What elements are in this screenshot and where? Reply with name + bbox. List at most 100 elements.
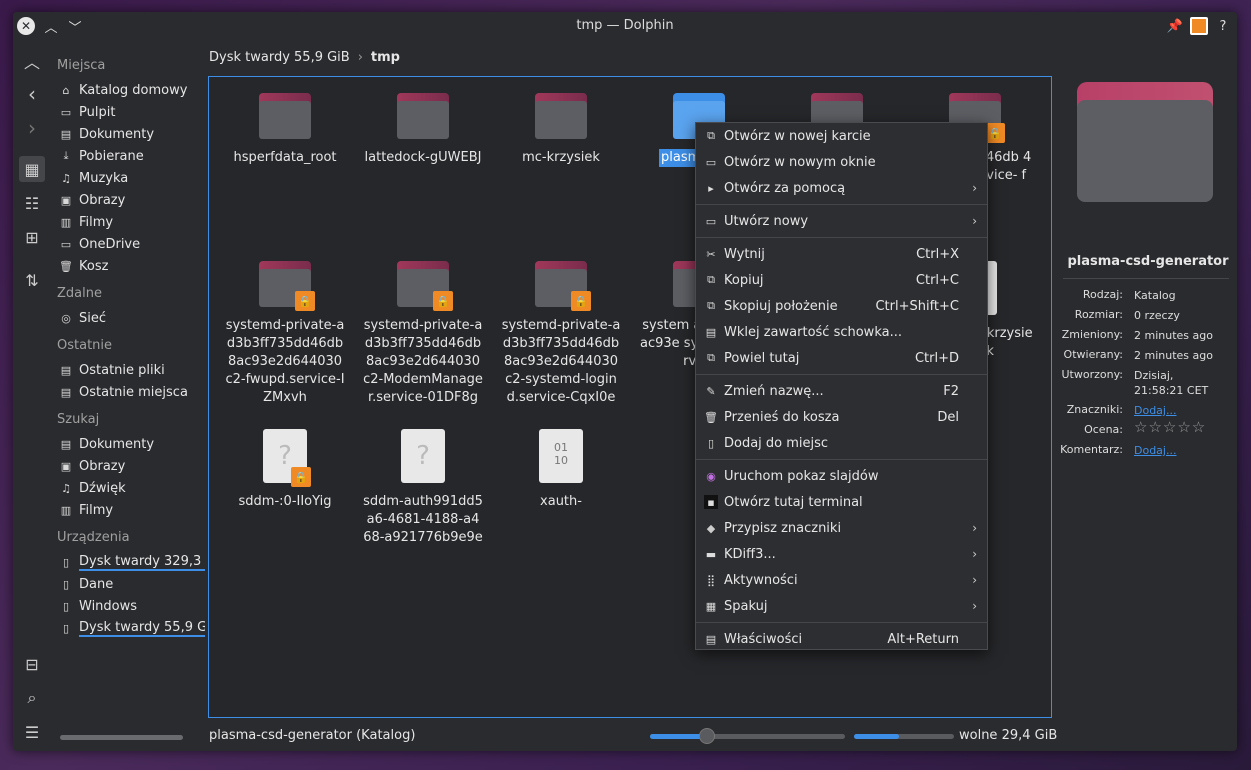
menu-shortcut: Ctrl+Shift+C xyxy=(875,298,959,314)
back-icon[interactable]: ‹ xyxy=(19,81,45,107)
places-item[interactable]: ⌂ Katalog domowy xyxy=(59,80,205,100)
breadcrumb: Dysk twardy 55,9 GiB › tmp xyxy=(209,50,400,65)
places-item[interactable]: ▯ Dane xyxy=(59,574,205,594)
split-view-icon[interactable]: ⊟ xyxy=(19,651,45,677)
place-icon: ▣ xyxy=(60,459,72,473)
places-item[interactable]: ▤ Dokumenty xyxy=(59,434,205,454)
place-icon: ▤ xyxy=(60,363,72,377)
menu-item-label: Otwórz za pomocą xyxy=(724,180,846,196)
menu-item-label: Otwórz w nowym oknie xyxy=(724,154,876,170)
places-item[interactable]: ▥ Filmy xyxy=(59,500,205,520)
file-item[interactable]: 🔒 systemd-private-ad3b3ff735dd46db8ac93e2… xyxy=(225,261,345,407)
places-item[interactable]: ♫ Muzyka xyxy=(59,168,205,188)
kdiff3-icon: ▬ xyxy=(705,547,717,561)
menu-item[interactable]: ✎ Zmień nazwę... F2 xyxy=(696,378,987,404)
place-icon: ▥ xyxy=(60,215,72,229)
breadcrumb-drive[interactable]: Dysk twardy 55,9 GiB xyxy=(209,50,350,65)
menu-item[interactable]: ⧉ Otwórz w nowej karcie xyxy=(696,123,987,149)
menu-item-label: Otwórz tutaj terminal xyxy=(724,494,863,510)
search-icon[interactable]: ⌕ xyxy=(19,685,45,711)
app-menu-button[interactable] xyxy=(1189,16,1209,36)
menu-item[interactable]: ⧉ Skopiuj położenie Ctrl+Shift+C xyxy=(696,293,987,319)
menu-item[interactable]: ⧉ Kopiuj Ctrl+C xyxy=(696,267,987,293)
file-item[interactable]: 🔒 systemd-private-ad3b3ff735dd46db8ac93e2… xyxy=(363,261,483,407)
meta-value[interactable]: Dodaj... xyxy=(1134,443,1224,458)
menu-item[interactable]: ▤ Właściwości Alt+Return xyxy=(696,626,987,652)
menu-item[interactable]: ◉ Uruchom pokaz slajdów xyxy=(696,463,987,489)
places-item[interactable]: ⤓ Pobierane xyxy=(59,146,205,166)
help-icon[interactable]: ? xyxy=(1213,16,1233,36)
places-item-label: OneDrive xyxy=(79,236,141,252)
meta-value[interactable]: Dodaj... xyxy=(1134,403,1224,418)
menu-item[interactable]: ▦ Spakuj › xyxy=(696,593,987,619)
places-item[interactable]: ▣ Obrazy xyxy=(59,456,205,476)
places-item[interactable]: ▣ Obrazy xyxy=(59,190,205,210)
place-icon: ♫ xyxy=(61,481,71,495)
file-item[interactable]: ? sddm-auth991dd5a6-4681-4188-a468-a92177… xyxy=(363,429,483,547)
menu-item[interactable]: ✂ Wytnij Ctrl+X xyxy=(696,241,987,267)
places-item[interactable]: ▭ OneDrive xyxy=(59,234,205,254)
places-item[interactable]: ◎ Sieć xyxy=(59,308,205,328)
up-icon[interactable]: ︿ xyxy=(19,48,45,74)
breadcrumb-folder[interactable]: tmp xyxy=(371,50,400,65)
unknown-file-icon: ? xyxy=(401,429,445,483)
menu-item[interactable]: ▪ Otwórz tutaj terminal xyxy=(696,489,987,515)
meta-value: Katalog xyxy=(1134,289,1176,302)
menu-item[interactable]: ▯ Dodaj do miejsc xyxy=(696,430,987,456)
free-space-bar[interactable] xyxy=(854,734,954,739)
places-scrollbar[interactable] xyxy=(60,735,183,740)
menu-item[interactable]: 🗑 Przenieś do kosza Del xyxy=(696,404,987,430)
places-item[interactable]: ▥ Filmy xyxy=(59,212,205,232)
copy-icon: ⧉ xyxy=(707,273,715,286)
sort-icon[interactable]: ⇅ xyxy=(19,267,45,293)
menu-item[interactable]: ◆ Przypisz znaczniki › xyxy=(696,515,987,541)
places-item[interactable]: ▯ Dysk twardy 55,9 GiB xyxy=(59,618,205,638)
details-view-icon[interactable]: ⊞ xyxy=(19,224,45,250)
zoom-slider[interactable] xyxy=(650,728,845,744)
folder-icon xyxy=(535,93,587,139)
file-item[interactable]: 01 10 xauth- xyxy=(501,429,621,511)
open-with-icon: ▸ xyxy=(708,181,714,195)
menu-item-label: Uruchom pokaz slajdów xyxy=(724,468,879,484)
file-name: systemd-private-ad3b3ff735dd46db8ac93e2d… xyxy=(501,318,621,405)
file-name: systemd-private-ad3b3ff735dd46db8ac93e2d… xyxy=(363,318,483,405)
file-item[interactable]: mc-krzysiek xyxy=(501,93,621,167)
rename-icon: ✎ xyxy=(706,384,716,398)
pin-icon[interactable]: 📌 xyxy=(1165,16,1185,36)
file-item[interactable]: lattedock-gUWEBJ xyxy=(363,93,483,167)
meta-key: Otwierany: xyxy=(1063,348,1123,361)
menu-item[interactable]: ▭ Otwórz w nowym oknie xyxy=(696,149,987,175)
meta-value: 2 minutes ago xyxy=(1134,329,1213,342)
file-name: mc-krzysiek xyxy=(522,150,600,165)
menu-item-label: Wytnij xyxy=(724,246,765,262)
places-item[interactable]: ▤ Ostatnie pliki xyxy=(59,360,205,380)
places-item[interactable]: ▭ Pulpit xyxy=(59,102,205,122)
menu-shortcut: Ctrl+C xyxy=(915,272,959,288)
file-item[interactable]: 🔒 systemd-private-ad3b3ff735dd46db8ac93e2… xyxy=(501,261,621,407)
menu-item-label: Przypisz znaczniki xyxy=(724,520,842,536)
places-item[interactable]: ▯ Dysk twardy 329,3 G xyxy=(59,552,205,572)
file-item[interactable]: ? 🔒 sddm-:0-IIoYig xyxy=(225,429,345,511)
menu-item[interactable]: ▤ Wklej zawartość schowka... xyxy=(696,319,987,345)
menu-item-label: KDiff3... xyxy=(724,546,776,562)
meta-value: 2 minutes ago xyxy=(1134,349,1213,362)
places-item[interactable]: 🗑 Kosz xyxy=(59,256,205,276)
places-item[interactable]: ♫ Dźwięk xyxy=(59,478,205,498)
tab-new-icon: ⧉ xyxy=(707,129,715,142)
folder-icon: 🔒 xyxy=(397,261,453,311)
places-item[interactable]: ▤ Dokumenty xyxy=(59,124,205,144)
places-item-label: Obrazy xyxy=(79,192,126,208)
menu-item[interactable]: ▭ Utwórz nowy › xyxy=(696,208,987,234)
menu-item[interactable]: ⣿ Aktywności › xyxy=(696,567,987,593)
compact-view-icon[interactable]: ☷ xyxy=(19,190,45,216)
icons-view-icon[interactable]: ▦ xyxy=(19,156,45,182)
rating-stars[interactable]: ☆☆☆☆☆ xyxy=(1134,420,1224,435)
file-item[interactable]: hsperfdata_root xyxy=(225,93,345,167)
places-item[interactable]: ▯ Windows xyxy=(59,596,205,616)
menu-item[interactable]: ▸ Otwórz za pomocą › xyxy=(696,175,987,201)
menu-item[interactable]: ⧉ Powiel tutaj Ctrl+D xyxy=(696,345,987,371)
places-item[interactable]: ▤ Ostatnie miejsca xyxy=(59,382,205,402)
menu-item[interactable]: ▬ KDiff3... › xyxy=(696,541,987,567)
forward-icon[interactable]: › xyxy=(19,115,45,141)
free-space-text: wolne 29,4 GiB xyxy=(959,728,1058,743)
